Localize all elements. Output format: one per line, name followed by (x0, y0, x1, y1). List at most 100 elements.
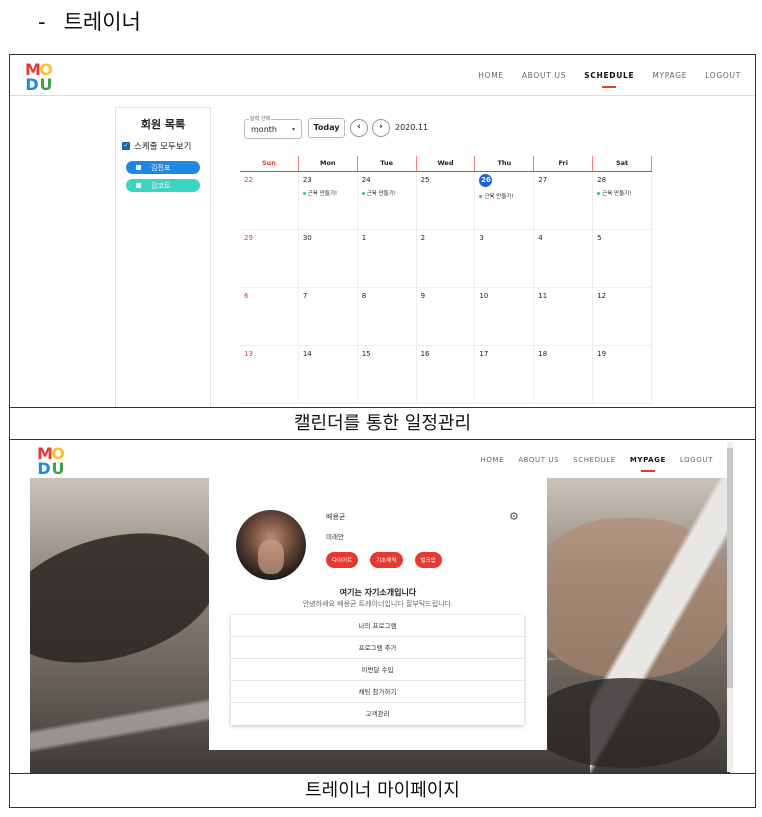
member-chip-2[interactable]: 김코트 (126, 179, 200, 192)
top-nav: HOME ABOUT US SCHEDULE MYPAGE LOGOUT (481, 456, 713, 472)
day-number: 23 (302, 176, 312, 184)
square-icon (136, 165, 141, 170)
day-number: 4 (538, 234, 543, 242)
day-number: 28 (597, 176, 607, 184)
day-number: 24 (361, 176, 371, 184)
show-all-schedules[interactable]: ✓ 스케줄 모두보기 (122, 140, 204, 152)
profile-card: 배용균 미래안 ⚙ 다이어트 기초체력 벌크업 여기는 자기소개입니다 안녕하세… (209, 478, 547, 750)
menu-item-customer-management[interactable]: 고객관리 (231, 703, 524, 725)
calendar-day-cell[interactable]: 13 (240, 346, 299, 404)
calendar-day-cell[interactable]: 12 (593, 288, 652, 346)
modu-logo[interactable]: MO DU (37, 446, 65, 478)
event-title: 근육 만들기! (366, 191, 396, 197)
day-number: 16 (420, 350, 430, 358)
checkbox-checked-icon[interactable]: ✓ (122, 142, 130, 150)
calendar-day-cell[interactable]: 7 (298, 288, 358, 346)
gear-icon[interactable]: ⚙ (509, 510, 519, 523)
logo-letter-d: D (25, 75, 39, 94)
day-number: 1 (361, 234, 367, 242)
calendar-day-cell[interactable]: 16 (416, 346, 476, 404)
modu-logo[interactable]: MO DU (25, 62, 53, 94)
scrollbar[interactable] (727, 442, 733, 772)
calendar-day-cell[interactable]: 4 (534, 230, 594, 288)
nav-home[interactable]: HOME (481, 456, 505, 472)
heading-text: 트레이너 (63, 10, 141, 34)
calendar-day-cell[interactable]: 6 (240, 288, 299, 346)
calendar-event[interactable]: 근육 만들기! (597, 189, 647, 197)
tag-badge: 다이어트 (326, 552, 359, 568)
calendar-day-cell[interactable]: 2 (416, 230, 476, 288)
nav-about-us[interactable]: ABOUT US (522, 71, 566, 88)
profile-tags: 다이어트 기초체력 벌크업 (326, 552, 442, 568)
event-title: 근육 만들기! (307, 191, 338, 197)
calendar-day-cell[interactable]: 8 (357, 288, 417, 346)
event-title: 근육 만들기! (602, 191, 632, 197)
calendar-day-cell[interactable]: 28 근육 만들기! (593, 172, 652, 230)
figure-caption-schedule: 캘린더를 통한 일정관리 (9, 407, 756, 440)
view-select[interactable]: 달력 선택 month ▾ (244, 115, 302, 139)
calendar-day-cell[interactable]: 26 근육 만들기! (475, 172, 535, 230)
today-button[interactable]: Today (308, 118, 345, 138)
day-number: 18 (538, 350, 548, 358)
weekday-thu: Thu (475, 156, 535, 171)
nav-logout[interactable]: LOGOUT (680, 456, 713, 472)
profile-name: 배용균 (326, 513, 346, 521)
menu-item-join-chat[interactable]: 채팅 참가하기 (231, 681, 524, 703)
calendar-event[interactable]: 근육 만들기! (479, 192, 529, 200)
weekday-fri: Fri (534, 156, 594, 171)
calendar-day-cell[interactable]: 14 (298, 346, 358, 404)
tag-badge: 기초체력 (370, 552, 403, 568)
heading-dash: - (38, 10, 46, 34)
day-number: 10 (479, 292, 489, 300)
menu-item-add-program[interactable]: 프로그램 추가 (231, 637, 524, 659)
calendar-day-cell[interactable]: 3 (475, 230, 535, 288)
chevron-right-icon: › (379, 122, 383, 132)
nav-schedule[interactable]: SCHEDULE (573, 456, 616, 472)
event-dot-icon (361, 191, 365, 195)
next-month-button[interactable]: › (372, 119, 390, 137)
nav-schedule[interactable]: SCHEDULE (584, 71, 634, 88)
day-number: 30 (302, 234, 312, 242)
scrollbar-thumb[interactable] (727, 448, 733, 688)
member-chip-1[interactable]: 김진표 (126, 161, 200, 174)
figure-caption-mypage: 트레이너 마이페이지 (9, 773, 756, 808)
calendar-day-cell[interactable]: 18 (534, 346, 594, 404)
calendar-day-cell[interactable]: 19 (593, 346, 652, 404)
menu-item-my-programs[interactable]: 나의 프로그램 (231, 615, 524, 637)
intro-text: 안녕하세요 배용균 트레이너입니다 잘부탁드립니다. (302, 600, 454, 608)
calendar-day-cell[interactable]: 15 (357, 346, 417, 404)
calendar-day-cell[interactable]: 17 (475, 346, 535, 404)
day-number: 22 (244, 176, 253, 184)
calendar-day-cell[interactable]: 30 (298, 230, 358, 288)
calendar-day-cell[interactable]: 23 근육 만들기! (298, 172, 358, 230)
logo-letter-u: U (51, 459, 65, 478)
calendar: Sun Mon Tue Wed Thu Fri Sat 22 23 근육 만들기! 2… (240, 156, 652, 404)
menu-item-monthly-income[interactable]: 이번달 수입 (231, 659, 524, 681)
nav-logout[interactable]: LOGOUT (705, 71, 741, 88)
avatar (236, 510, 306, 580)
prev-month-button[interactable]: ‹ (350, 119, 368, 137)
day-number: 29 (244, 234, 253, 242)
nav-mypage[interactable]: MYPAGE (630, 456, 666, 472)
day-number: 11 (538, 292, 548, 300)
calendar-day-cell[interactable]: 25 (416, 172, 476, 230)
calendar-day-cell[interactable]: 22 (240, 172, 299, 230)
calendar-day-cell[interactable]: 5 (593, 230, 652, 288)
mypage-screenshot: MO DU HOME ABOUT US SCHEDULE MYPAGE LOGO… (9, 440, 756, 773)
nav-about-us[interactable]: ABOUT US (518, 456, 559, 472)
chevron-left-icon: ‹ (357, 122, 361, 132)
calendar-event[interactable]: 근육 만들기! (361, 189, 412, 197)
calendar-day-cell[interactable]: 11 (534, 288, 594, 346)
calendar-day-cell[interactable]: 29 (240, 230, 299, 288)
event-dot-icon (302, 191, 306, 195)
calendar-day-cell[interactable]: 1 (357, 230, 417, 288)
day-number: 7 (302, 292, 308, 300)
calendar-day-cell[interactable]: 10 (475, 288, 535, 346)
calendar-day-cell[interactable]: 24 근육 만들기! (357, 172, 417, 230)
nav-mypage[interactable]: MYPAGE (652, 71, 687, 88)
day-number: 25 (420, 176, 430, 184)
nav-home[interactable]: HOME (478, 71, 504, 88)
calendar-day-cell[interactable]: 9 (416, 288, 476, 346)
calendar-day-cell[interactable]: 27 (534, 172, 594, 230)
calendar-event[interactable]: 근육 만들기! (302, 189, 353, 197)
